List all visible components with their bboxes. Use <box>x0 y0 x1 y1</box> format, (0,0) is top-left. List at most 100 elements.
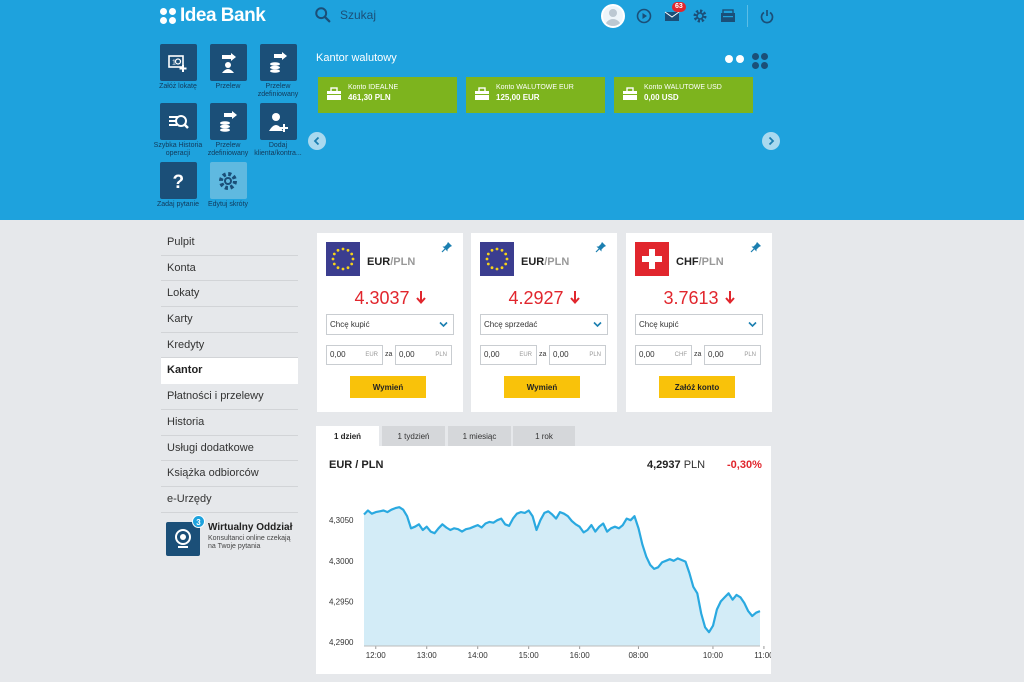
mail-count-badge: 63 <box>672 2 686 12</box>
shortcut-defined-transfer-2[interactable]: Przelew zdefiniowany <box>203 103 253 158</box>
power-icon[interactable] <box>758 7 776 25</box>
wallet-icon[interactable] <box>719 7 737 25</box>
account-tile-idealne[interactable]: Konto IDEALNE 461,30 PLN <box>318 77 457 113</box>
nav-item-platnosci[interactable]: Płatności i przelewy <box>161 384 298 410</box>
carousel-dot[interactable] <box>725 55 733 63</box>
deposit-icon: 1 <box>159 44 197 81</box>
play-circle-icon[interactable] <box>635 7 653 25</box>
exchange-button[interactable]: Wymień <box>350 376 426 398</box>
pin-icon[interactable] <box>441 241 453 253</box>
search-input[interactable]: Szukaj <box>340 8 376 22</box>
x-tick-label: 11:00 <box>754 651 771 660</box>
carousel-prev-button[interactable] <box>308 132 326 150</box>
account-tile-eur[interactable]: Konto WALUTOWE EUR 125,00 EUR <box>466 77 605 113</box>
open-account-button[interactable]: Załóż konto <box>659 376 735 398</box>
pin-icon[interactable] <box>750 241 762 253</box>
currency-quote: /PLN <box>544 256 570 268</box>
operation-select-value: Chcę kupić <box>330 320 370 329</box>
nav-item-historia[interactable]: Historia <box>161 410 298 436</box>
shortcut-defined-transfer[interactable]: Przelew zdefiniowany <box>253 44 303 99</box>
nav-item-konta[interactable]: Konta <box>161 256 298 282</box>
defined-transfer-icon <box>209 103 247 140</box>
arrow-down-icon <box>724 291 735 305</box>
virtual-branch[interactable]: 3 Wirtualny Oddział Konsultanci online c… <box>166 515 306 558</box>
nav-item-kredyty[interactable]: Kredyty <box>161 333 298 359</box>
carousel-next-button[interactable] <box>762 132 780 150</box>
shortcut-deposit[interactable]: 1 Załóż lokatę <box>153 44 203 91</box>
transfer-icon <box>209 44 247 81</box>
nav-item-kantor[interactable]: Kantor <box>161 358 298 385</box>
operation-select[interactable]: Chcę kupić <box>326 314 454 335</box>
eu-flag-icon <box>480 242 514 276</box>
amount-unit: CHF <box>674 352 687 358</box>
currency-pair: EUR/PLN <box>521 256 569 268</box>
account-balance: 461,30 PLN <box>348 93 391 102</box>
question-icon: ? <box>159 162 197 199</box>
y-tick-label: 4,3050 <box>329 516 354 525</box>
kantor-title: Kantor walutowy <box>316 52 397 64</box>
x-tick-label: 10:00 <box>703 651 724 660</box>
amount-value: 0,00 <box>399 350 415 359</box>
shortcut-quick-history[interactable]: Szybka Historia operacji <box>153 103 203 158</box>
nav-item-pulpit[interactable]: Pulpit <box>161 230 298 256</box>
tab-1-month[interactable]: 1 miesiąc <box>448 426 511 447</box>
shortcut-ask-question[interactable]: ? Zadaj pytanie <box>153 162 203 209</box>
amount-value: 0,00 <box>330 350 346 359</box>
tab-1-year[interactable]: 1 rok <box>513 426 575 447</box>
amount-input-from[interactable]: 0,00 EUR <box>326 345 383 365</box>
user-avatar[interactable] <box>601 4 625 28</box>
briefcase-icon <box>623 87 637 100</box>
rate-value: 3.7613 <box>663 288 719 308</box>
za-label: za <box>694 351 702 358</box>
settings-gear-icon[interactable] <box>691 7 709 25</box>
pin-icon[interactable] <box>595 241 607 253</box>
shortcut-add-client[interactable]: Dodaj klienta/kontra... <box>253 103 303 158</box>
x-tick-label: 12:00 <box>366 651 387 660</box>
x-tick-label: 16:00 <box>570 651 591 660</box>
nav-item-karty[interactable]: Karty <box>161 307 298 333</box>
x-tick-label: 15:00 <box>519 651 540 660</box>
x-tick-label: 08:00 <box>628 651 649 660</box>
exchange-button[interactable]: Wymień <box>504 376 580 398</box>
topbar-divider <box>747 5 748 27</box>
shortcut-label: Przelew zdefiniowany <box>257 83 299 98</box>
amount-input-from[interactable]: 0,00 EUR <box>480 345 537 365</box>
shortcut-edit-shortcuts[interactable]: Edytuj skróty <box>203 162 253 209</box>
nav-item-uslugi[interactable]: Usługi dodatkowe <box>161 436 298 462</box>
operation-select-value: Chcę kupić <box>639 320 679 329</box>
tab-1-week[interactable]: 1 tydzień <box>382 426 445 447</box>
search-box[interactable]: Szukaj <box>314 6 376 24</box>
exchange-rate: 4.3037 <box>317 288 463 309</box>
virtual-branch-subtitle: Konsultanci online czekają na Twoje pyta… <box>208 535 291 550</box>
amount-input-to[interactable]: 0,00 PLN <box>704 345 761 365</box>
tab-1-day[interactable]: 1 dzień <box>316 426 379 447</box>
rate-chart[interactable]: 4,3050 4,3000 4,2950 4,2900 12:00 13:00 14:00 1… <box>316 446 771 674</box>
operation-select-value: Chcę sprzedać <box>484 320 538 329</box>
idea-bank-logo[interactable]: Idea Bank <box>160 5 266 27</box>
grid-view-icon[interactable] <box>752 53 768 69</box>
nav-item-e-urzedy[interactable]: e-Urzędy <box>161 487 298 513</box>
carousel-dots[interactable] <box>725 55 744 63</box>
briefcase-icon <box>475 87 489 100</box>
currency-card-eur-buy: EUR/PLN 4.3037 Chcę kupić 0,00 EUR za 0,0… <box>317 233 463 412</box>
arrow-down-icon <box>569 291 580 305</box>
logo-dots-icon <box>160 8 176 24</box>
amount-input-from[interactable]: 0,00 CHF <box>635 345 692 365</box>
amount-input-to[interactable]: 0,00 PLN <box>549 345 606 365</box>
carousel-dot[interactable] <box>736 55 744 63</box>
chevron-down-icon <box>593 321 602 328</box>
amount-input-to[interactable]: 0,00 PLN <box>395 345 452 365</box>
mail-icon[interactable]: 63 <box>663 2 686 25</box>
nav-item-lokaty[interactable]: Lokaty <box>161 281 298 308</box>
defined-transfer-icon <box>259 44 297 81</box>
nav-item-ksiazka[interactable]: Książka odbiorców <box>161 461 298 487</box>
y-tick-label: 4,2900 <box>329 638 354 647</box>
currency-pair: CHF/PLN <box>676 256 724 268</box>
currency-card-eur-sell: EUR/PLN 4.2927 Chcę sprzedać 0,00 EUR za … <box>471 233 617 412</box>
account-tile-usd[interactable]: Konto WALUTOWE USD 0,00 USD <box>614 77 753 113</box>
operation-select[interactable]: Chcę sprzedać <box>480 314 608 335</box>
shortcut-transfer[interactable]: Przelew <box>203 44 253 91</box>
amount-value: 0,00 <box>708 350 724 359</box>
shortcut-label: Szybka Historia operacji <box>153 142 203 157</box>
operation-select[interactable]: Chcę kupić <box>635 314 763 335</box>
